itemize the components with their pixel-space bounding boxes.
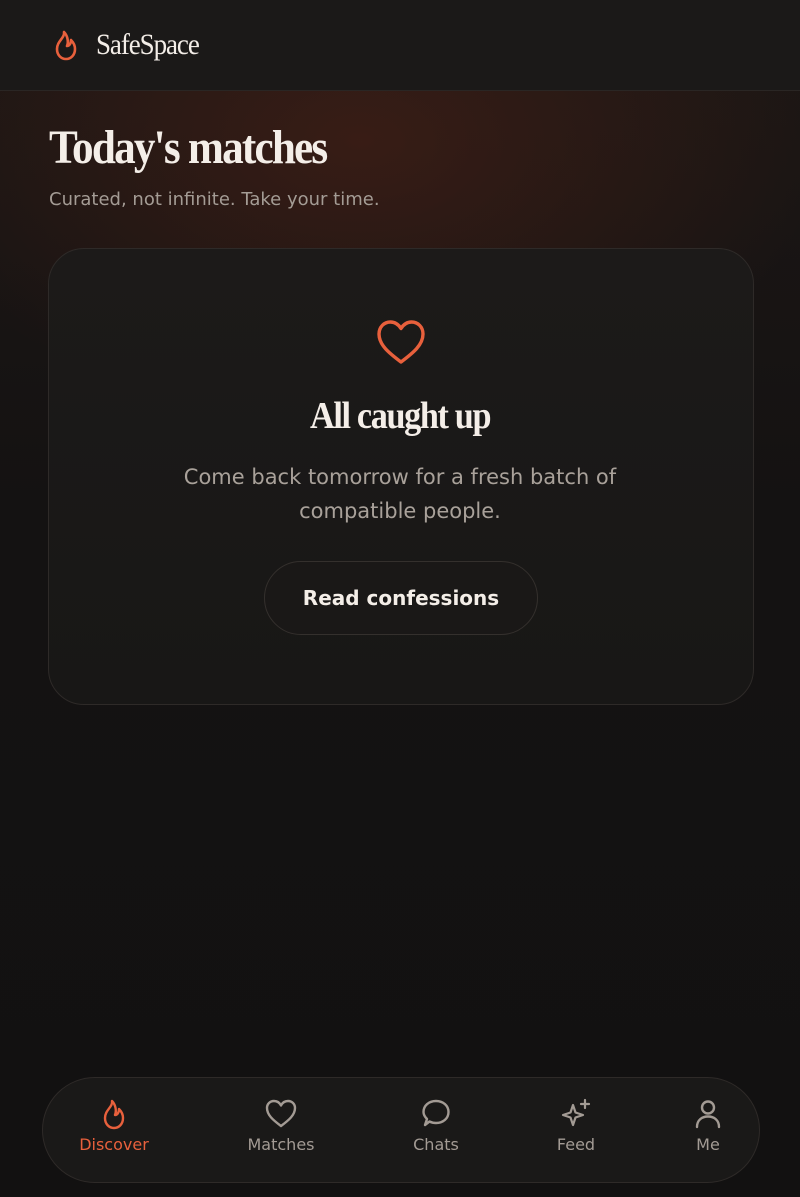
nav-item-feed[interactable]: Feed: [526, 1097, 626, 1167]
flame-icon: [97, 1097, 131, 1131]
chat-bubble-icon: [419, 1097, 453, 1131]
heart-icon: [264, 1097, 298, 1131]
empty-state-text: Come back tomorrow for a fresh batch of …: [183, 465, 617, 523]
nav-item-me[interactable]: Me: [658, 1097, 758, 1167]
nav-label-feed: Feed: [556, 1135, 596, 1154]
top-bar: SafeSpace: [0, 0, 800, 91]
nav-label-chats: Chats: [413, 1135, 459, 1154]
sparkles-icon: [559, 1097, 593, 1131]
heart-icon: [375, 318, 427, 368]
nav-item-discover[interactable]: Discover: [64, 1097, 164, 1167]
nav-label-discover: Discover: [79, 1135, 149, 1154]
app-name[interactable]: SafeSpace: [96, 28, 200, 62]
user-icon: [691, 1097, 725, 1131]
nav-label-me: Me: [696, 1135, 720, 1154]
empty-state-title-text: All caught up: [309, 395, 491, 437]
nav-item-matches[interactable]: Matches: [231, 1097, 331, 1167]
nav-label-matches: Matches: [247, 1135, 315, 1154]
empty-state-title: All caught up: [0, 394, 800, 438]
flame-icon: [52, 29, 80, 61]
nav-item-chats[interactable]: Chats: [386, 1097, 486, 1167]
read-confessions-button[interactable]: Read confessions: [264, 561, 538, 635]
page-subtitle: Curated, not infinite. Take your time.: [49, 189, 380, 210]
page-title: Today's matches: [49, 121, 328, 174]
